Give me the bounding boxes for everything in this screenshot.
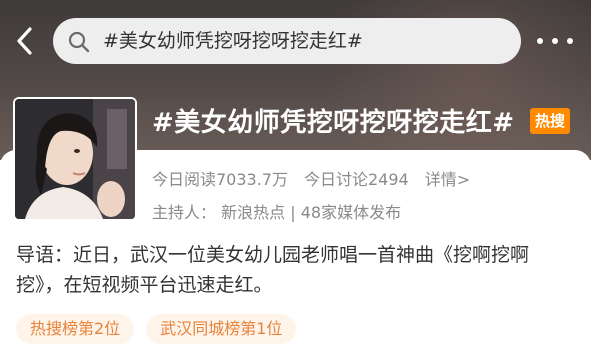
- search-input[interactable]: #美女幼师凭挖呀挖呀挖走红#: [103, 18, 363, 64]
- host-separator: |: [290, 203, 296, 222]
- details-link[interactable]: 详情>: [425, 166, 470, 190]
- search-bar[interactable]: #美女幼师凭挖呀挖呀挖走红#: [53, 18, 521, 64]
- discussions-count: 今日讨论2494: [304, 170, 409, 189]
- hot-search-rank-tag[interactable]: 热搜榜第2位: [16, 314, 135, 344]
- portrait-image: [15, 99, 135, 219]
- more-dot-icon: [537, 38, 543, 44]
- reads-count: 今日阅读7033.7万: [152, 170, 288, 189]
- hot-badge: 热搜: [530, 108, 570, 134]
- host-label: 主持人：: [152, 203, 217, 222]
- media-count[interactable]: 48家媒体发布: [301, 203, 401, 222]
- host-info: 主持人： 新浪热点 | 48家媒体发布: [152, 199, 401, 223]
- host-name[interactable]: 新浪热点: [221, 203, 285, 222]
- local-rank-tag[interactable]: 武汉同城榜第1位: [146, 314, 297, 344]
- topic-stats: 今日阅读7033.7万 今日讨论2494 详情>: [152, 166, 470, 190]
- more-options-button[interactable]: [537, 36, 573, 46]
- more-dot-icon: [552, 38, 558, 44]
- chevron-left-icon: [17, 27, 32, 55]
- topic-avatar[interactable]: [13, 97, 137, 221]
- back-button[interactable]: [10, 26, 40, 56]
- topic-intro: 导语：近日，武汉一位美女幼儿园老师唱一首神曲《挖啊挖啊挖》，在短视频平台迅速走红…: [16, 244, 530, 296]
- topic-title: #美女幼师凭挖呀挖呀挖走红#: [152, 108, 515, 138]
- more-dot-icon: [567, 38, 573, 44]
- ranking-tags: 热搜榜第2位 武汉同城榜第1位: [16, 314, 297, 344]
- search-icon: [68, 31, 90, 53]
